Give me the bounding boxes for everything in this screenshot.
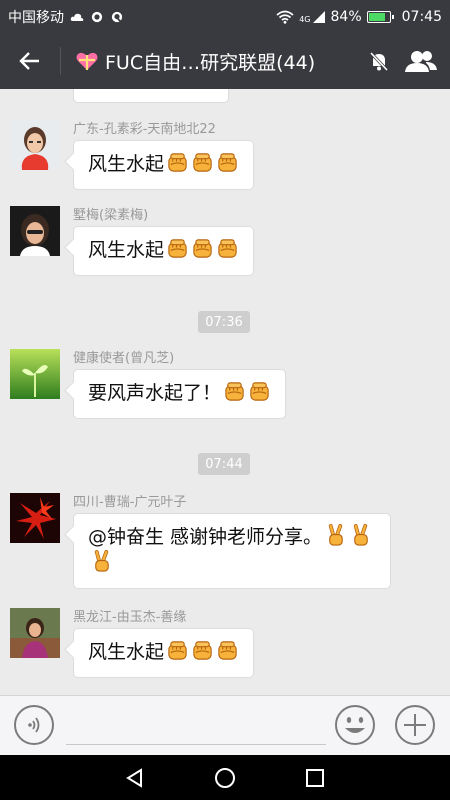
partial-message-bubble [73, 89, 229, 103]
timestamp-chip: 07:44 [198, 453, 250, 475]
emoji-group [164, 153, 239, 175]
avatar[interactable] [10, 120, 60, 170]
message-bubble[interactable]: 风生水起 [73, 226, 255, 276]
message-bubble[interactable]: 风生水起 [73, 140, 255, 190]
message-bubble[interactable]: @钟奋生 感谢钟老师分享。 [73, 513, 391, 589]
message-text: 风生水起 [88, 641, 165, 663]
voice-icon [28, 717, 40, 733]
group-title[interactable]: FUC自由…研究联盟(44) [61, 48, 358, 75]
message-text: 风生水起 [88, 153, 165, 175]
fist-emoji-icon [216, 237, 239, 260]
battery-percent: 84% [330, 8, 362, 25]
fist-emoji-icon [248, 380, 271, 403]
message-bubble[interactable]: 风生水起 [73, 628, 255, 678]
mute-bell-icon [369, 51, 389, 72]
fist-emoji-icon [191, 639, 214, 662]
message-item: 黑龙江-由玉杰-善缘 风生水起 [10, 608, 255, 678]
back-arrow-icon [19, 52, 39, 70]
more-actions-button[interactable] [394, 704, 436, 746]
message-text-input[interactable] [66, 744, 326, 745]
smiley-icon [335, 705, 375, 745]
avatar[interactable] [10, 493, 60, 543]
heart-gift-icon [76, 52, 98, 70]
avatar[interactable] [10, 608, 60, 658]
fist-emoji-icon [166, 151, 189, 174]
status-bar: 中国移动 4G 84% 07:45 [0, 0, 450, 33]
avatar[interactable] [10, 349, 60, 399]
qq-notification-icon [111, 11, 123, 22]
signal-icon [312, 10, 325, 23]
back-button[interactable] [0, 33, 60, 89]
nav-recents-icon[interactable] [304, 767, 326, 789]
chat-messages[interactable]: 广东-孔素彩-天南地北22 风生水起 墅梅(梁素梅) 风生水起 07:36 健康… [0, 89, 450, 695]
message-text: 要风声水起了！ [88, 382, 222, 404]
plus-icon [395, 705, 435, 745]
group-members-icon [405, 51, 437, 72]
app-notification-icon [91, 11, 103, 22]
fist-emoji-icon [216, 151, 239, 174]
victory-emoji-icon [349, 524, 372, 547]
message-text: @钟奋生 感谢钟老师分享。 [88, 526, 323, 548]
group-title-text: FUC自由…研究联盟(44) [105, 51, 316, 74]
emoji-group [164, 239, 239, 261]
nav-home-icon[interactable] [214, 767, 236, 789]
sender-name: 墅梅(梁素梅) [73, 208, 149, 223]
group-info-button[interactable] [400, 33, 442, 89]
message-text: 风生水起 [88, 239, 165, 261]
sender-name: 四川-曹瑞-广元叶子 [73, 495, 187, 510]
avatar[interactable] [10, 206, 60, 256]
mute-button[interactable] [358, 33, 400, 89]
timestamp-chip: 07:36 [198, 311, 250, 333]
emoji-group [221, 382, 271, 404]
weather-icon [70, 13, 84, 21]
network-type-label: 4G [299, 14, 311, 24]
sender-name: 黑龙江-由玉杰-善缘 [73, 610, 187, 625]
fist-emoji-icon [166, 639, 189, 662]
message-item: 四川-曹瑞-广元叶子 @钟奋生 感谢钟老师分享。 [10, 493, 391, 589]
input-bar [0, 695, 450, 755]
fist-emoji-icon [191, 237, 214, 260]
message-item: 广东-孔素彩-天南地北22 风生水起 [10, 120, 255, 190]
wifi-icon [276, 10, 294, 24]
system-nav-bar [0, 755, 450, 800]
victory-emoji-icon [90, 550, 113, 573]
carrier-label: 中国移动 [8, 9, 64, 26]
emoji-button[interactable] [334, 704, 376, 746]
message-item: 健康使者(曾凡芝) 要风声水起了！ [10, 349, 287, 419]
message-bubble[interactable]: 要风声水起了！ [73, 369, 287, 419]
message-item: 墅梅(梁素梅) 风生水起 [10, 206, 255, 276]
fist-emoji-icon [166, 237, 189, 260]
victory-emoji-icon [324, 524, 347, 547]
voice-input-button[interactable] [14, 705, 54, 745]
sender-name: 健康使者(曾凡芝) [73, 351, 175, 366]
fist-emoji-icon [191, 151, 214, 174]
fist-emoji-icon [216, 639, 239, 662]
fist-emoji-icon [223, 380, 246, 403]
chat-header: FUC自由…研究联盟(44) [0, 33, 450, 89]
nav-back-icon[interactable] [124, 767, 146, 789]
emoji-group [164, 641, 239, 663]
sender-name: 广东-孔素彩-天南地北22 [73, 122, 216, 137]
battery-icon [366, 10, 394, 23]
clock: 07:45 [401, 8, 442, 25]
